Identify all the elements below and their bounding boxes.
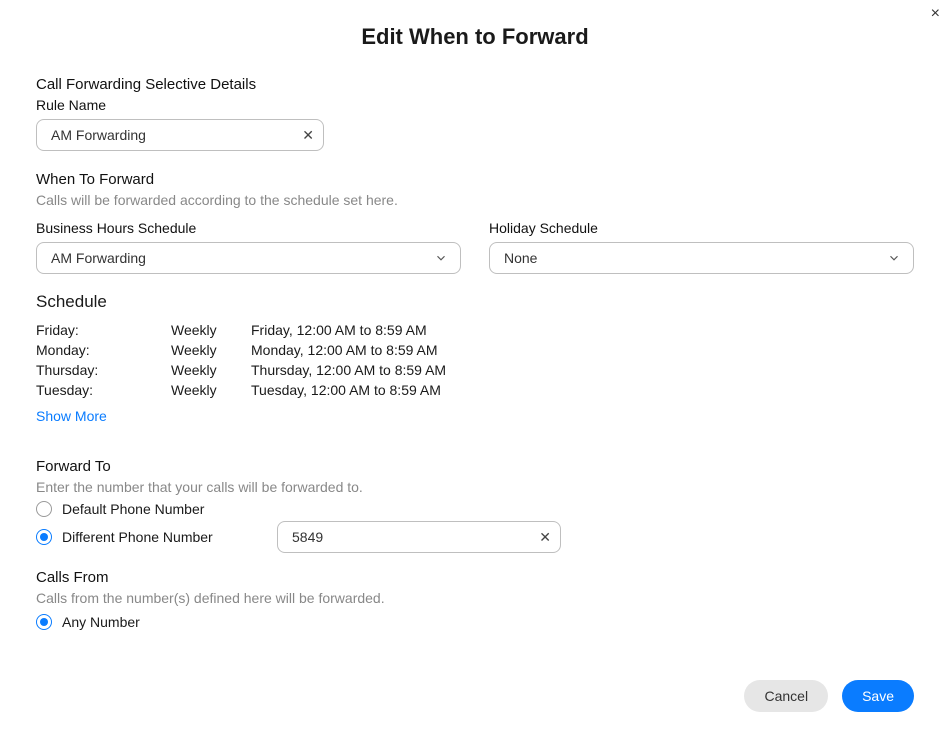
chevron-down-icon: [887, 251, 901, 265]
schedule-time: Thursday, 12:00 AM to 8:59 AM: [251, 360, 456, 380]
schedule-time: Monday, 12:00 AM to 8:59 AM: [251, 340, 456, 360]
radio-default-phone-label: Default Phone Number: [62, 501, 204, 517]
rule-name-input[interactable]: [36, 119, 324, 151]
show-more-link[interactable]: Show More: [36, 408, 107, 424]
calls-from-hint: Calls from the number(s) defined here wi…: [36, 590, 914, 606]
schedule-day: Monday:: [36, 340, 171, 360]
schedule-freq: Weekly: [171, 380, 251, 400]
schedule-day: Tuesday:: [36, 380, 171, 400]
modal-title: Edit When to Forward: [36, 24, 914, 50]
radio-any-number-label: Any Number: [62, 614, 140, 630]
calls-from-heading: Calls From: [36, 569, 914, 586]
schedule-freq: Weekly: [171, 320, 251, 340]
rule-name-label: Rule Name: [36, 97, 914, 113]
business-hours-select[interactable]: AM Forwarding: [36, 242, 461, 274]
holiday-schedule-select[interactable]: None: [489, 242, 914, 274]
schedule-day: Thursday:: [36, 360, 171, 380]
schedule-freq: Weekly: [171, 360, 251, 380]
holiday-schedule-label: Holiday Schedule: [489, 220, 914, 236]
schedule-row: Friday:WeeklyFriday, 12:00 AM to 8:59 AM: [36, 320, 456, 340]
radio-any-number[interactable]: [36, 614, 52, 630]
schedule-freq: Weekly: [171, 340, 251, 360]
schedule-row: Tuesday:WeeklyTuesday, 12:00 AM to 8:59 …: [36, 380, 456, 400]
radio-default-phone[interactable]: [36, 501, 52, 517]
when-to-forward-hint: Calls will be forwarded according to the…: [36, 192, 914, 208]
schedule-table: Friday:WeeklyFriday, 12:00 AM to 8:59 AM…: [36, 320, 456, 400]
schedule-heading: Schedule: [36, 292, 914, 312]
clear-rule-name-icon[interactable]: ✕: [302, 128, 314, 142]
business-hours-label: Business Hours Schedule: [36, 220, 461, 236]
forward-to-hint: Enter the number that your calls will be…: [36, 479, 914, 495]
schedule-time: Friday, 12:00 AM to 8:59 AM: [251, 320, 456, 340]
cancel-button[interactable]: Cancel: [744, 680, 828, 712]
details-heading: Call Forwarding Selective Details: [36, 76, 914, 93]
close-icon[interactable]: ×: [931, 6, 940, 22]
schedule-day: Friday:: [36, 320, 171, 340]
different-phone-input[interactable]: [277, 521, 561, 553]
schedule-row: Thursday:WeeklyThursday, 12:00 AM to 8:5…: [36, 360, 456, 380]
schedule-time: Tuesday, 12:00 AM to 8:59 AM: [251, 380, 456, 400]
clear-different-phone-icon[interactable]: ✕: [539, 530, 551, 544]
schedule-row: Monday:WeeklyMonday, 12:00 AM to 8:59 AM: [36, 340, 456, 360]
holiday-schedule-selected: None: [504, 250, 537, 266]
radio-different-phone-label: Different Phone Number: [62, 529, 237, 545]
forward-to-heading: Forward To: [36, 458, 914, 475]
save-button[interactable]: Save: [842, 680, 914, 712]
radio-different-phone[interactable]: [36, 529, 52, 545]
modal-footer: Cancel Save: [744, 680, 914, 712]
edit-forward-modal: × Edit When to Forward Call Forwarding S…: [0, 0, 950, 734]
when-to-forward-heading: When To Forward: [36, 171, 914, 188]
business-hours-selected: AM Forwarding: [51, 250, 146, 266]
chevron-down-icon: [434, 251, 448, 265]
